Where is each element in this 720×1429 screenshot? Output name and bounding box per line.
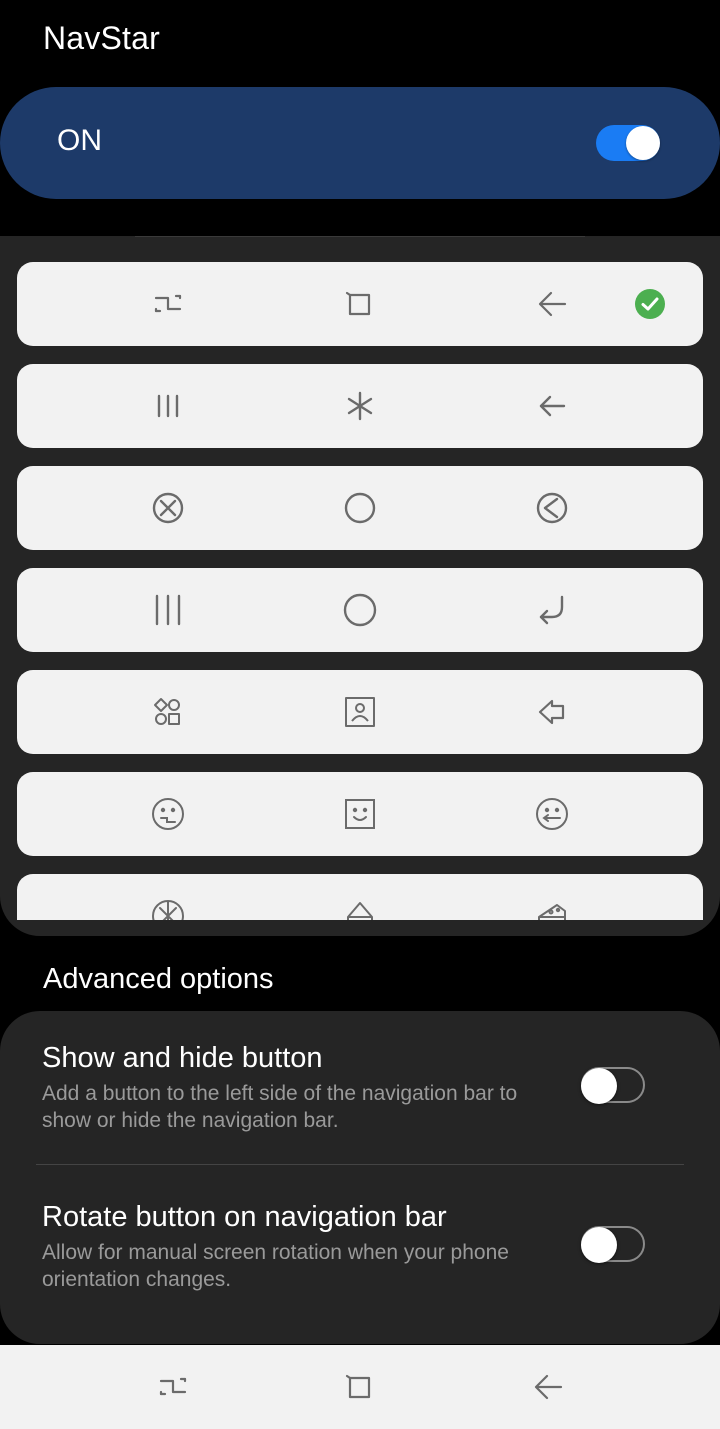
home-portrait-icon (339, 691, 381, 733)
option-description: Add a button to the left side of the nav… (42, 1082, 518, 1132)
panel-divider (135, 236, 585, 237)
advanced-options-header: Advanced options (43, 963, 274, 995)
home-asterisk-icon (339, 385, 381, 427)
show-hide-toggle[interactable] (581, 1067, 645, 1104)
style-option-4[interactable] (17, 568, 703, 652)
show-hide-button-option[interactable]: Show and hide button Add a button to the… (0, 1030, 720, 1160)
back-circle-arrow-icon (531, 487, 573, 529)
home-circle-icon (339, 589, 381, 631)
home-face-square-icon (339, 793, 381, 835)
option-title: Rotate button on navigation bar (42, 1201, 447, 1233)
toggle-knob (626, 126, 660, 160)
back-curved-arrow-icon (531, 589, 573, 631)
option-description: Allow for manual screen rotation when yo… (42, 1241, 509, 1291)
recent-apps-zigzag-icon[interactable] (152, 1366, 194, 1408)
app-title: NavStar (43, 20, 160, 56)
recent-apps-circle-x-icon (147, 487, 189, 529)
master-toggle[interactable] (596, 125, 660, 161)
master-switch-label: ON (57, 124, 102, 157)
rotate-button-option[interactable]: Rotate button on navigation bar Allow fo… (0, 1189, 720, 1319)
style-option-3[interactable] (17, 466, 703, 550)
recent-apps-face-icon (147, 793, 189, 835)
home-square-icon[interactable] (339, 1366, 381, 1408)
master-switch-bar[interactable]: ON (0, 87, 720, 199)
back-pointer-icon (531, 691, 573, 733)
navigation-bar (0, 1345, 720, 1429)
recent-apps-donut-icon (147, 895, 189, 920)
options-divider (36, 1164, 684, 1165)
back-cheese-icon (531, 895, 573, 920)
toggle-knob (581, 1227, 617, 1263)
recent-apps-zigzag-icon (147, 283, 189, 325)
recent-apps-shapes-icon (147, 691, 189, 733)
style-option-7[interactable] (17, 874, 703, 920)
rotate-button-toggle[interactable] (581, 1226, 645, 1263)
back-arrow-icon (531, 283, 573, 325)
option-title: Show and hide button (42, 1042, 323, 1074)
style-option-2[interactable] (17, 364, 703, 448)
toggle-knob (581, 1068, 617, 1104)
back-arrow-icon (531, 385, 573, 427)
back-face-icon (531, 793, 573, 835)
recent-apps-lines-icon (147, 385, 189, 427)
style-option-5[interactable] (17, 670, 703, 754)
home-circle-icon (339, 487, 381, 529)
home-cake-icon (339, 895, 381, 920)
button-styles-list[interactable] (17, 262, 703, 920)
style-option-6[interactable] (17, 772, 703, 856)
recent-apps-lines-icon (147, 589, 189, 631)
button-styles-panel (0, 236, 720, 936)
style-option-1[interactable] (17, 262, 703, 346)
home-square-icon (339, 283, 381, 325)
back-arrow-icon[interactable] (527, 1366, 569, 1408)
selected-check-icon (634, 288, 666, 320)
